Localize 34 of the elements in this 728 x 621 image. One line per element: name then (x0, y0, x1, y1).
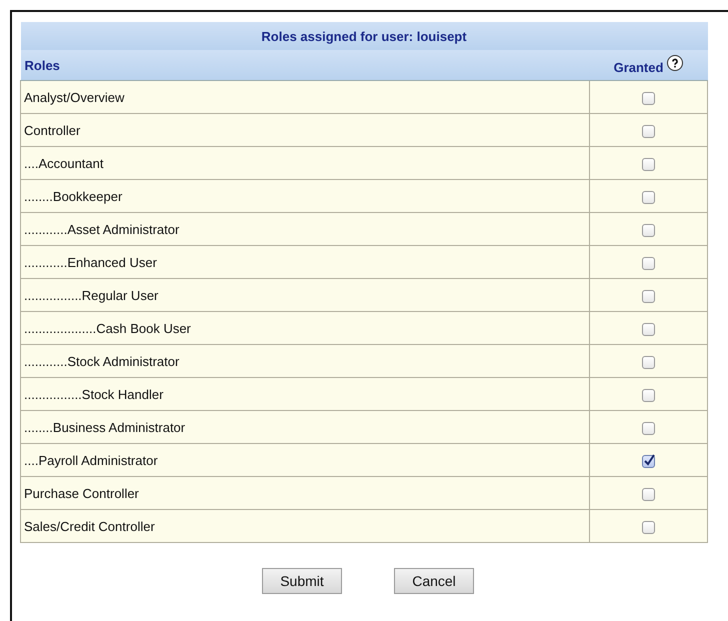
table-cell: Controller (20, 114, 590, 146)
table-cell: Analyst/Overview (20, 80, 590, 114)
table-title: Roles assigned for user: louisept (20, 22, 708, 50)
table-cell: ............Stock Administrator (20, 344, 590, 378)
checkbox[interactable] (642, 124, 655, 138)
table-cell: ................Regular User (20, 278, 590, 312)
checkbox[interactable] (642, 422, 655, 435)
checkbox[interactable] (642, 256, 655, 270)
checkbox[interactable] (642, 190, 655, 204)
checkbox[interactable] (642, 454, 655, 468)
checkbox[interactable] (642, 158, 655, 171)
table-cell: ....Payroll Administrator (20, 444, 590, 476)
table-cell: ....................Cash Book User (20, 312, 590, 344)
help-icon[interactable] (667, 55, 684, 71)
submit-button[interactable]: Submit (262, 568, 342, 594)
checkbox[interactable] (642, 520, 655, 534)
checkbox[interactable] (642, 388, 655, 402)
table-cell: ....Accountant (20, 146, 590, 180)
checkbox[interactable] (642, 224, 655, 237)
table-cell: ............Enhanced User (20, 246, 590, 278)
checkbox[interactable] (642, 92, 655, 105)
table-cell: ................Stock Handler (20, 378, 590, 410)
table-cell: ............Asset Administrator (20, 212, 590, 246)
checkbox[interactable] (642, 488, 655, 501)
table-cell: Purchase Controller (20, 476, 590, 510)
table-cell: ........Business Administrator (20, 410, 590, 444)
checkbox[interactable] (642, 356, 655, 369)
column-header: Roles (20, 50, 590, 80)
cancel-button[interactable]: Cancel (394, 568, 474, 594)
table-cell: Sales/Credit Controller (20, 510, 590, 542)
checkbox[interactable] (642, 290, 655, 303)
checkbox[interactable] (642, 322, 655, 336)
table-cell: ........Bookkeeper (20, 180, 590, 212)
column-header: Granted (614, 60, 664, 75)
